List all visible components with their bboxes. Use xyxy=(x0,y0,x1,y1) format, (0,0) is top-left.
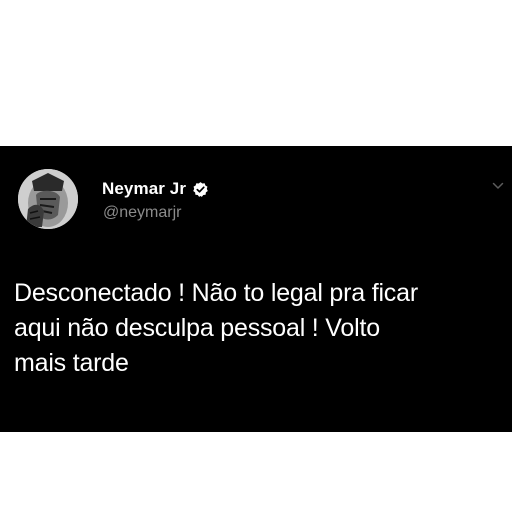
tweet-text: Desconectado ! Não to legal pra ficar aq… xyxy=(14,279,418,377)
verified-badge-icon xyxy=(192,181,209,198)
chevron-down-icon[interactable] xyxy=(492,179,504,191)
display-name[interactable]: Neymar Jr xyxy=(102,179,186,199)
avatar[interactable] xyxy=(18,169,78,229)
user-handle[interactable]: @neymarjr xyxy=(103,204,181,222)
page: Neymar Jr @neymarjr Desconectado ! Não t… xyxy=(0,0,512,512)
name-row: Neymar Jr xyxy=(102,178,209,200)
tweet-card[interactable]: Neymar Jr @neymarjr Desconectado ! Não t… xyxy=(0,146,512,432)
avatar-image xyxy=(18,169,78,229)
